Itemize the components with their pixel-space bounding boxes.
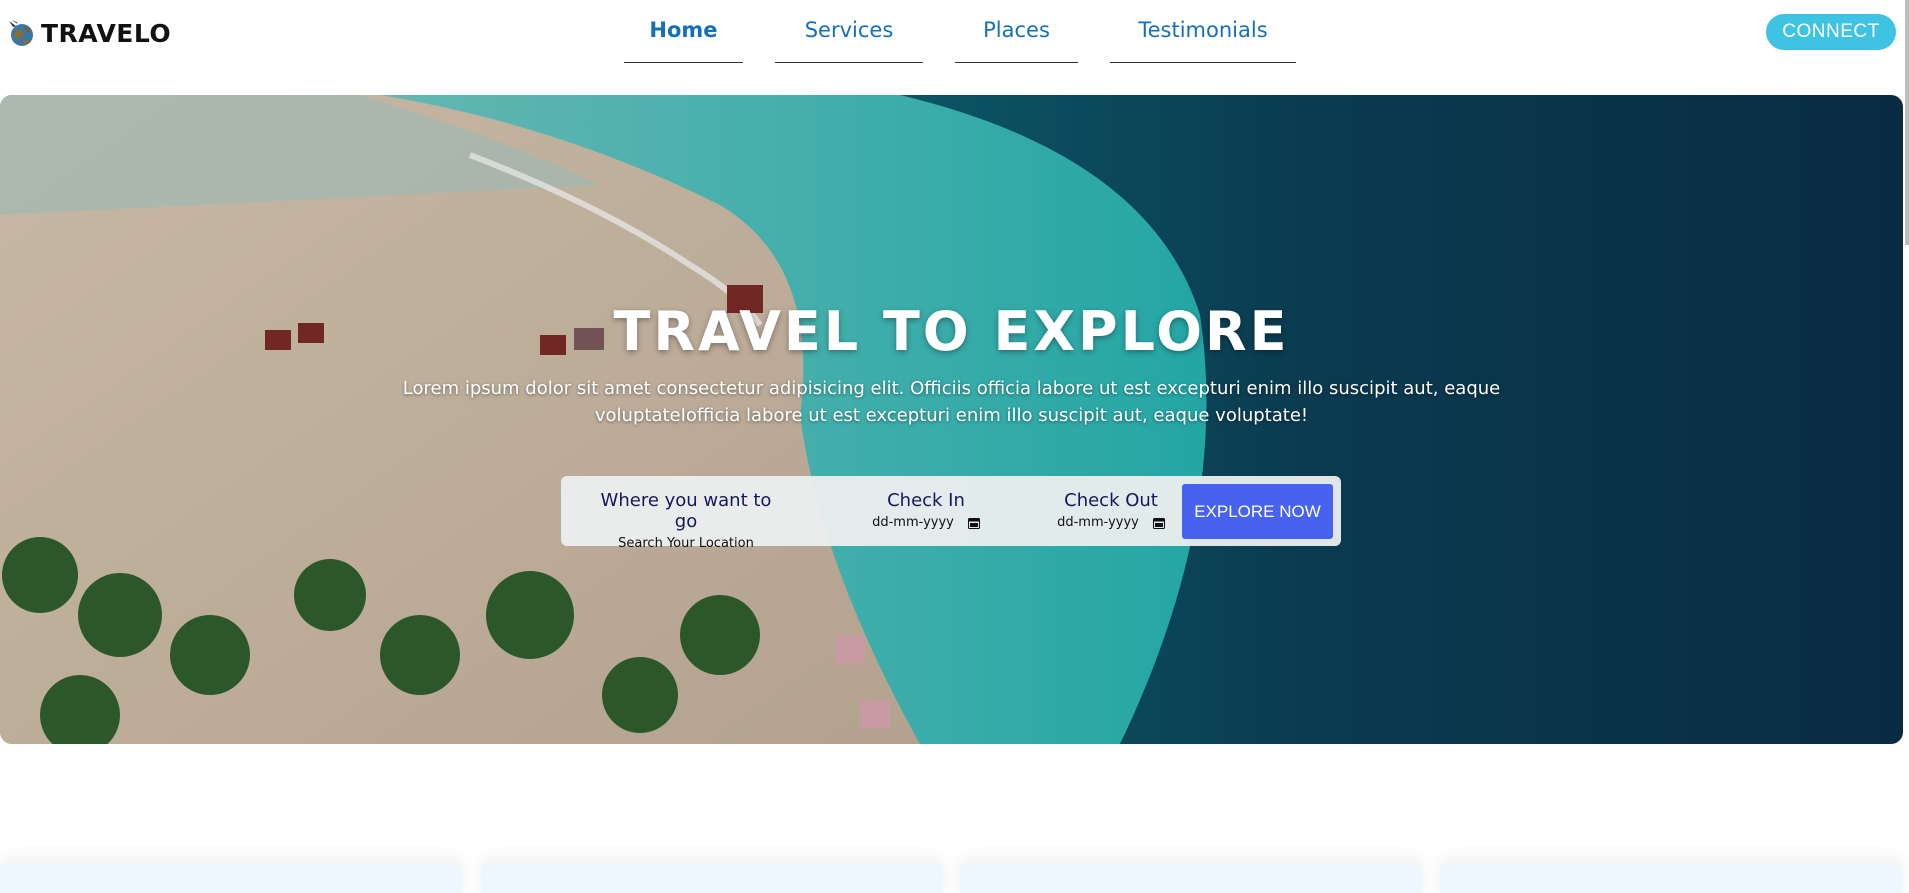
destination-input[interactable]: Search Your Location	[591, 536, 781, 551]
nav-home[interactable]: Home	[624, 18, 743, 63]
checkin-input[interactable]: dd-mm-yyyy	[861, 515, 991, 530]
header: TRAVELO Home Services Places Testimonial…	[0, 0, 1909, 80]
page: TRAVELO Home Services Places Testimonial…	[0, 0, 1909, 893]
scrollbar-thumb[interactable]	[1905, 0, 1909, 245]
checkout-input[interactable]: dd-mm-yyyy	[1046, 515, 1176, 530]
checkin-label: Check In	[887, 490, 965, 511]
service-cards	[0, 855, 1909, 893]
calendar-icon[interactable]	[967, 517, 980, 529]
service-card[interactable]	[481, 863, 943, 893]
hero-title: TRAVEL TO EXPLORE	[613, 300, 1290, 363]
nav-places[interactable]: Places	[955, 18, 1078, 63]
calendar-icon[interactable]	[1152, 517, 1165, 529]
service-card[interactable]	[1440, 863, 1902, 893]
checkin-date-value: dd-mm-yyyy	[872, 515, 954, 530]
checkout-field[interactable]: Check Out dd-mm-yyyy	[1046, 490, 1176, 530]
service-card[interactable]	[960, 863, 1422, 893]
destination-field[interactable]: Where you want to go Search Your Locatio…	[591, 490, 781, 551]
destination-label: Where you want to go	[600, 490, 772, 532]
hero-banner: TRAVEL TO EXPLORE Lorem ipsum dolor sit …	[0, 95, 1903, 744]
hero-subtitle: Lorem ipsum dolor sit amet consectetur a…	[402, 378, 1501, 426]
checkout-date-value: dd-mm-yyyy	[1057, 515, 1139, 530]
nav-testimonials[interactable]: Testimonials	[1110, 18, 1296, 63]
explore-now-button[interactable]: EXPLORE NOW	[1182, 484, 1333, 539]
checkin-field[interactable]: Check In dd-mm-yyyy	[861, 490, 991, 530]
nav-services[interactable]: Services	[775, 18, 923, 63]
main-nav: Home Services Places Testimonials	[0, 0, 1909, 64]
checkout-label: Check Out	[1064, 490, 1158, 511]
connect-button[interactable]: CONNECT	[1766, 14, 1896, 50]
search-form: Where you want to go Search Your Locatio…	[561, 476, 1341, 551]
service-card[interactable]	[0, 863, 462, 893]
